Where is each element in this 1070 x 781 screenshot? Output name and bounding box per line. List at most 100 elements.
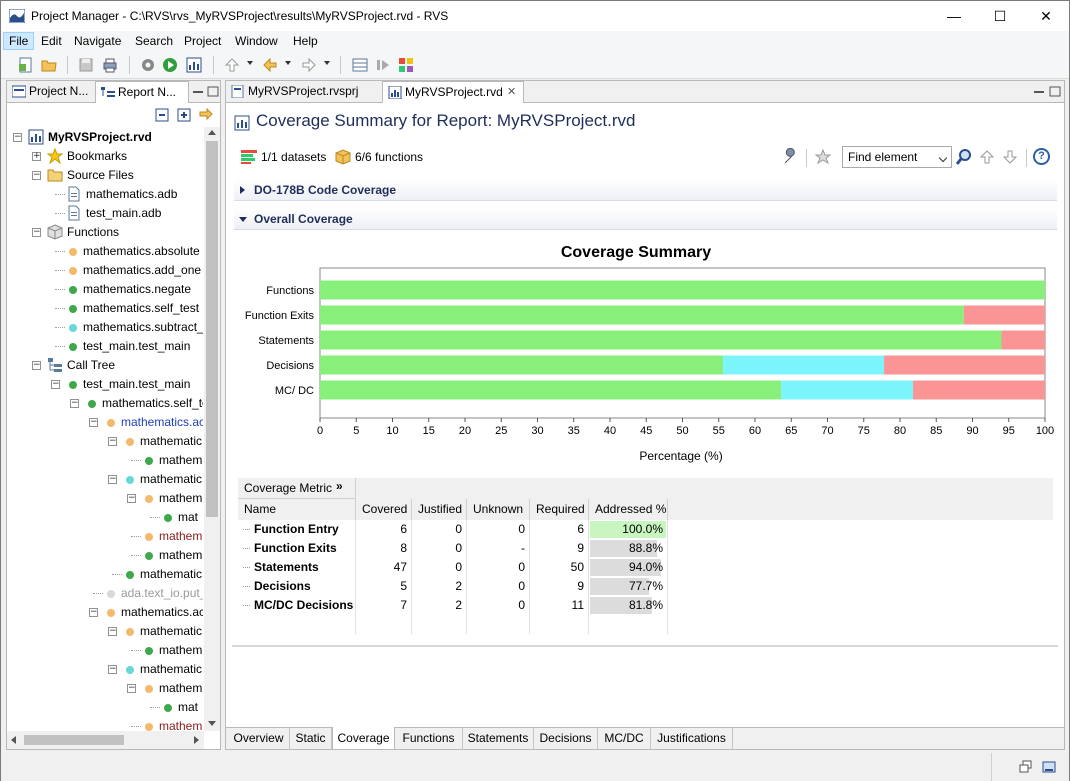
menu-help[interactable]: Help <box>288 33 323 51</box>
tree-node-label[interactable]: MyRVSProject.rvd <box>48 130 152 144</box>
collapse-all-icon[interactable] <box>155 108 169 122</box>
tree-node-label[interactable]: mathematic <box>140 567 202 581</box>
tree-node-label[interactable]: mathematic <box>140 624 202 638</box>
help-icon[interactable]: ? <box>1033 148 1050 165</box>
tree-node-label[interactable]: mathematic <box>140 434 202 448</box>
run-icon[interactable] <box>161 56 179 74</box>
table-row[interactable]: Function Entry 6 0 0 6 100.0% <box>238 520 668 539</box>
tree-node-label[interactable]: mathem <box>159 681 202 695</box>
collapse-node-icon[interactable]: − <box>108 475 117 484</box>
collapse-node-icon[interactable]: − <box>108 627 117 636</box>
table-view-icon[interactable] <box>351 56 369 74</box>
tree-node-label[interactable]: test_main.adb <box>86 206 161 220</box>
tab-justifications[interactable]: Justifications <box>651 728 733 750</box>
header-covered[interactable]: Covered <box>356 499 412 520</box>
tree-node-label[interactable]: mathematics.self_test <box>83 301 199 315</box>
menu-file[interactable]: File <box>3 32 35 50</box>
collapse-node-icon[interactable]: − <box>51 380 60 389</box>
tab-project-navigator[interactable]: Project N... <box>7 81 95 103</box>
tab-report-navigator[interactable]: Report N... <box>95 81 189 104</box>
tab-static[interactable]: Static <box>290 728 332 750</box>
maximize-button[interactable]: ☐ <box>977 1 1023 31</box>
forward-arrow-icon[interactable] <box>300 56 318 74</box>
section-do178b[interactable]: DO-178B Code Coverage <box>234 179 1057 201</box>
functions-count[interactable]: 6/6 functions <box>355 150 423 164</box>
tab-project-file[interactable]: MyRVSProject.rvsprj <box>226 81 382 103</box>
tree-node-label[interactable]: mathematic <box>140 472 202 486</box>
menu-project[interactable]: Project <box>179 33 226 51</box>
tree-node-label[interactable]: Source Files <box>67 168 134 182</box>
collapse-node-icon[interactable]: − <box>89 418 98 427</box>
tab-coverage[interactable]: Coverage <box>332 727 395 750</box>
tree-node-label[interactable]: test_main.test_main <box>83 377 190 391</box>
minimize-button[interactable]: — <box>931 1 977 31</box>
minimize-panel-icon[interactable] <box>191 85 205 99</box>
collapse-node-icon[interactable]: − <box>108 437 117 446</box>
close-tab-icon[interactable]: ✕ <box>507 85 516 98</box>
settings-gear-icon[interactable] <box>139 56 157 74</box>
tree-node-label[interactable]: mathem <box>159 453 202 467</box>
menu-search[interactable]: Search <box>130 33 178 51</box>
collapse-node-icon[interactable]: − <box>13 133 22 142</box>
scroll-left-icon[interactable] <box>11 736 16 744</box>
header-unknown[interactable]: Unknown <box>467 499 530 520</box>
new-icon[interactable] <box>17 56 35 74</box>
up-arrow-icon[interactable] <box>223 56 241 74</box>
close-button[interactable]: ✕ <box>1023 1 1069 31</box>
scroll-up-icon[interactable] <box>208 130 216 135</box>
collapse-node-icon[interactable]: − <box>127 684 136 693</box>
palette-icon[interactable] <box>397 56 415 74</box>
tree-vertical-scrollbar[interactable] <box>204 127 220 731</box>
menu-navigate[interactable]: Navigate <box>69 33 126 51</box>
collapse-node-icon[interactable]: − <box>32 171 41 180</box>
restore-view-icon[interactable] <box>1019 760 1033 774</box>
collapse-node-icon[interactable]: − <box>32 361 41 370</box>
table-row[interactable]: Function Exits 8 0 - 9 88.8% <box>238 539 668 558</box>
tree-node-label[interactable]: mathematics.subtract_c <box>83 320 203 334</box>
collapse-node-icon[interactable]: − <box>127 494 136 503</box>
tab-mcdc[interactable]: MC/DC <box>598 728 651 750</box>
tree-node-label[interactable]: mathem <box>159 491 202 505</box>
tree-node-label[interactable]: mathematics.adb <box>86 187 177 201</box>
tree-node-label[interactable]: ada.text_io.put_ <box>121 586 203 600</box>
tab-report-file[interactable]: MyRVSProject.rvd ✕ <box>382 81 524 104</box>
collapse-node-icon[interactable]: − <box>108 665 117 674</box>
step-icon[interactable] <box>374 56 392 74</box>
tree-node-label[interactable]: mathematic <box>140 662 202 676</box>
menu-window[interactable]: Window <box>230 33 283 51</box>
tree-node-label[interactable]: mathem <box>159 548 202 562</box>
table-row[interactable]: Statements 47 0 0 50 94.0% <box>238 558 668 577</box>
section-overall-coverage[interactable]: Overall Coverage <box>234 208 1057 230</box>
dropdown-arrow-icon[interactable] <box>285 61 291 65</box>
expand-node-icon[interactable]: + <box>32 152 41 161</box>
tree-node-label[interactable]: mathematics.ac <box>121 415 203 429</box>
header-justified[interactable]: Justified <box>412 499 467 520</box>
collapse-node-icon[interactable]: − <box>32 228 41 237</box>
table-row[interactable]: MC/DC Decisions 7 2 0 11 81.8% <box>238 596 668 615</box>
tab-overview[interactable]: Overview <box>228 728 290 750</box>
scrollbar-thumb[interactable] <box>206 141 218 517</box>
tab-functions[interactable]: Functions <box>395 728 463 750</box>
menu-edit[interactable]: Edit <box>36 33 67 51</box>
tree-node-label[interactable]: mathematics.absolute <box>83 244 200 258</box>
table-row[interactable]: Decisions 5 2 0 9 77.7% <box>238 577 668 596</box>
save-icon[interactable] <box>77 56 95 74</box>
tree-node-label[interactable]: mathematics.self_te <box>102 396 203 410</box>
tree-node-label[interactable]: mathematics.negate <box>83 282 191 296</box>
collapse-node-icon[interactable]: − <box>89 608 98 617</box>
header-coverage-metric[interactable]: Coverage Metric » <box>238 478 356 499</box>
dropdown-arrow-icon[interactable] <box>247 61 253 65</box>
tree-node-label[interactable]: mathem <box>159 719 202 731</box>
maximize-editor-icon[interactable] <box>1048 85 1062 99</box>
back-arrow-icon[interactable] <box>261 56 279 74</box>
header-required[interactable]: Required <box>530 499 589 520</box>
chevron-down-icon[interactable] <box>938 153 948 163</box>
link-with-editor-icon[interactable] <box>199 108 213 122</box>
header-addressed[interactable]: Addressed % <box>589 499 668 520</box>
find-element-combo[interactable]: Find element <box>842 146 952 168</box>
fast-view-icon[interactable] <box>1042 760 1056 774</box>
open-folder-icon[interactable] <box>40 56 58 74</box>
expand-all-icon[interactable] <box>177 108 191 122</box>
tree-node-label[interactable]: mathem <box>159 529 202 543</box>
tree-node-label[interactable]: mat <box>178 510 198 524</box>
